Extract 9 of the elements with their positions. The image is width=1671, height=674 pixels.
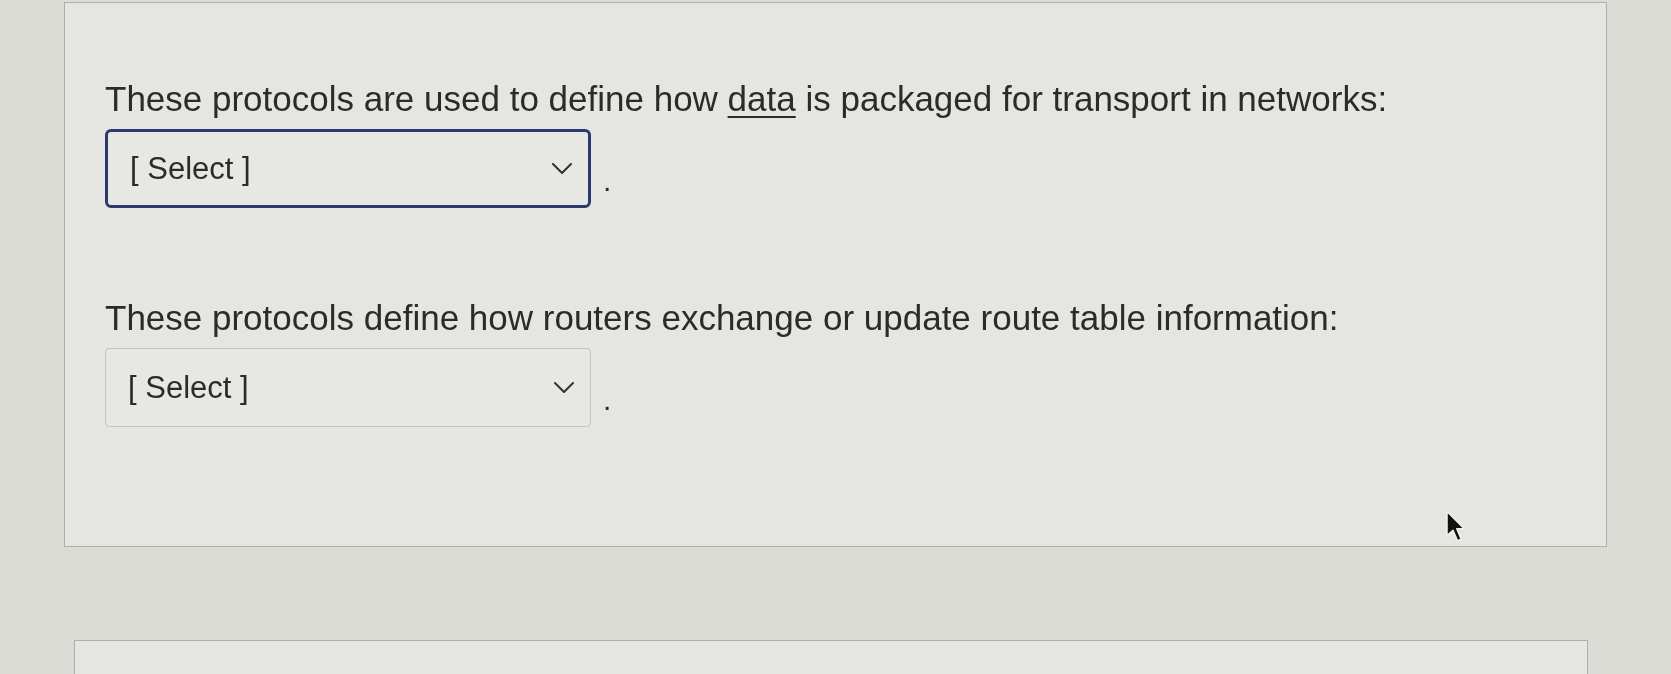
question-text: These protocols are used to define how data is packaged for transport in networks: xyxy=(105,79,1389,119)
dropdown-select[interactable]: [ Select ] xyxy=(105,348,591,427)
mouse-pointer-icon xyxy=(1445,510,1467,543)
dropdown-select[interactable]: [ Select ] xyxy=(105,129,591,208)
period-text: . xyxy=(603,385,612,418)
chevron-down-icon xyxy=(554,382,574,393)
question-text: These protocols define how routers exchange or update route table information: xyxy=(105,298,1340,338)
period-text: . xyxy=(603,166,612,199)
chevron-down-icon xyxy=(552,163,572,174)
